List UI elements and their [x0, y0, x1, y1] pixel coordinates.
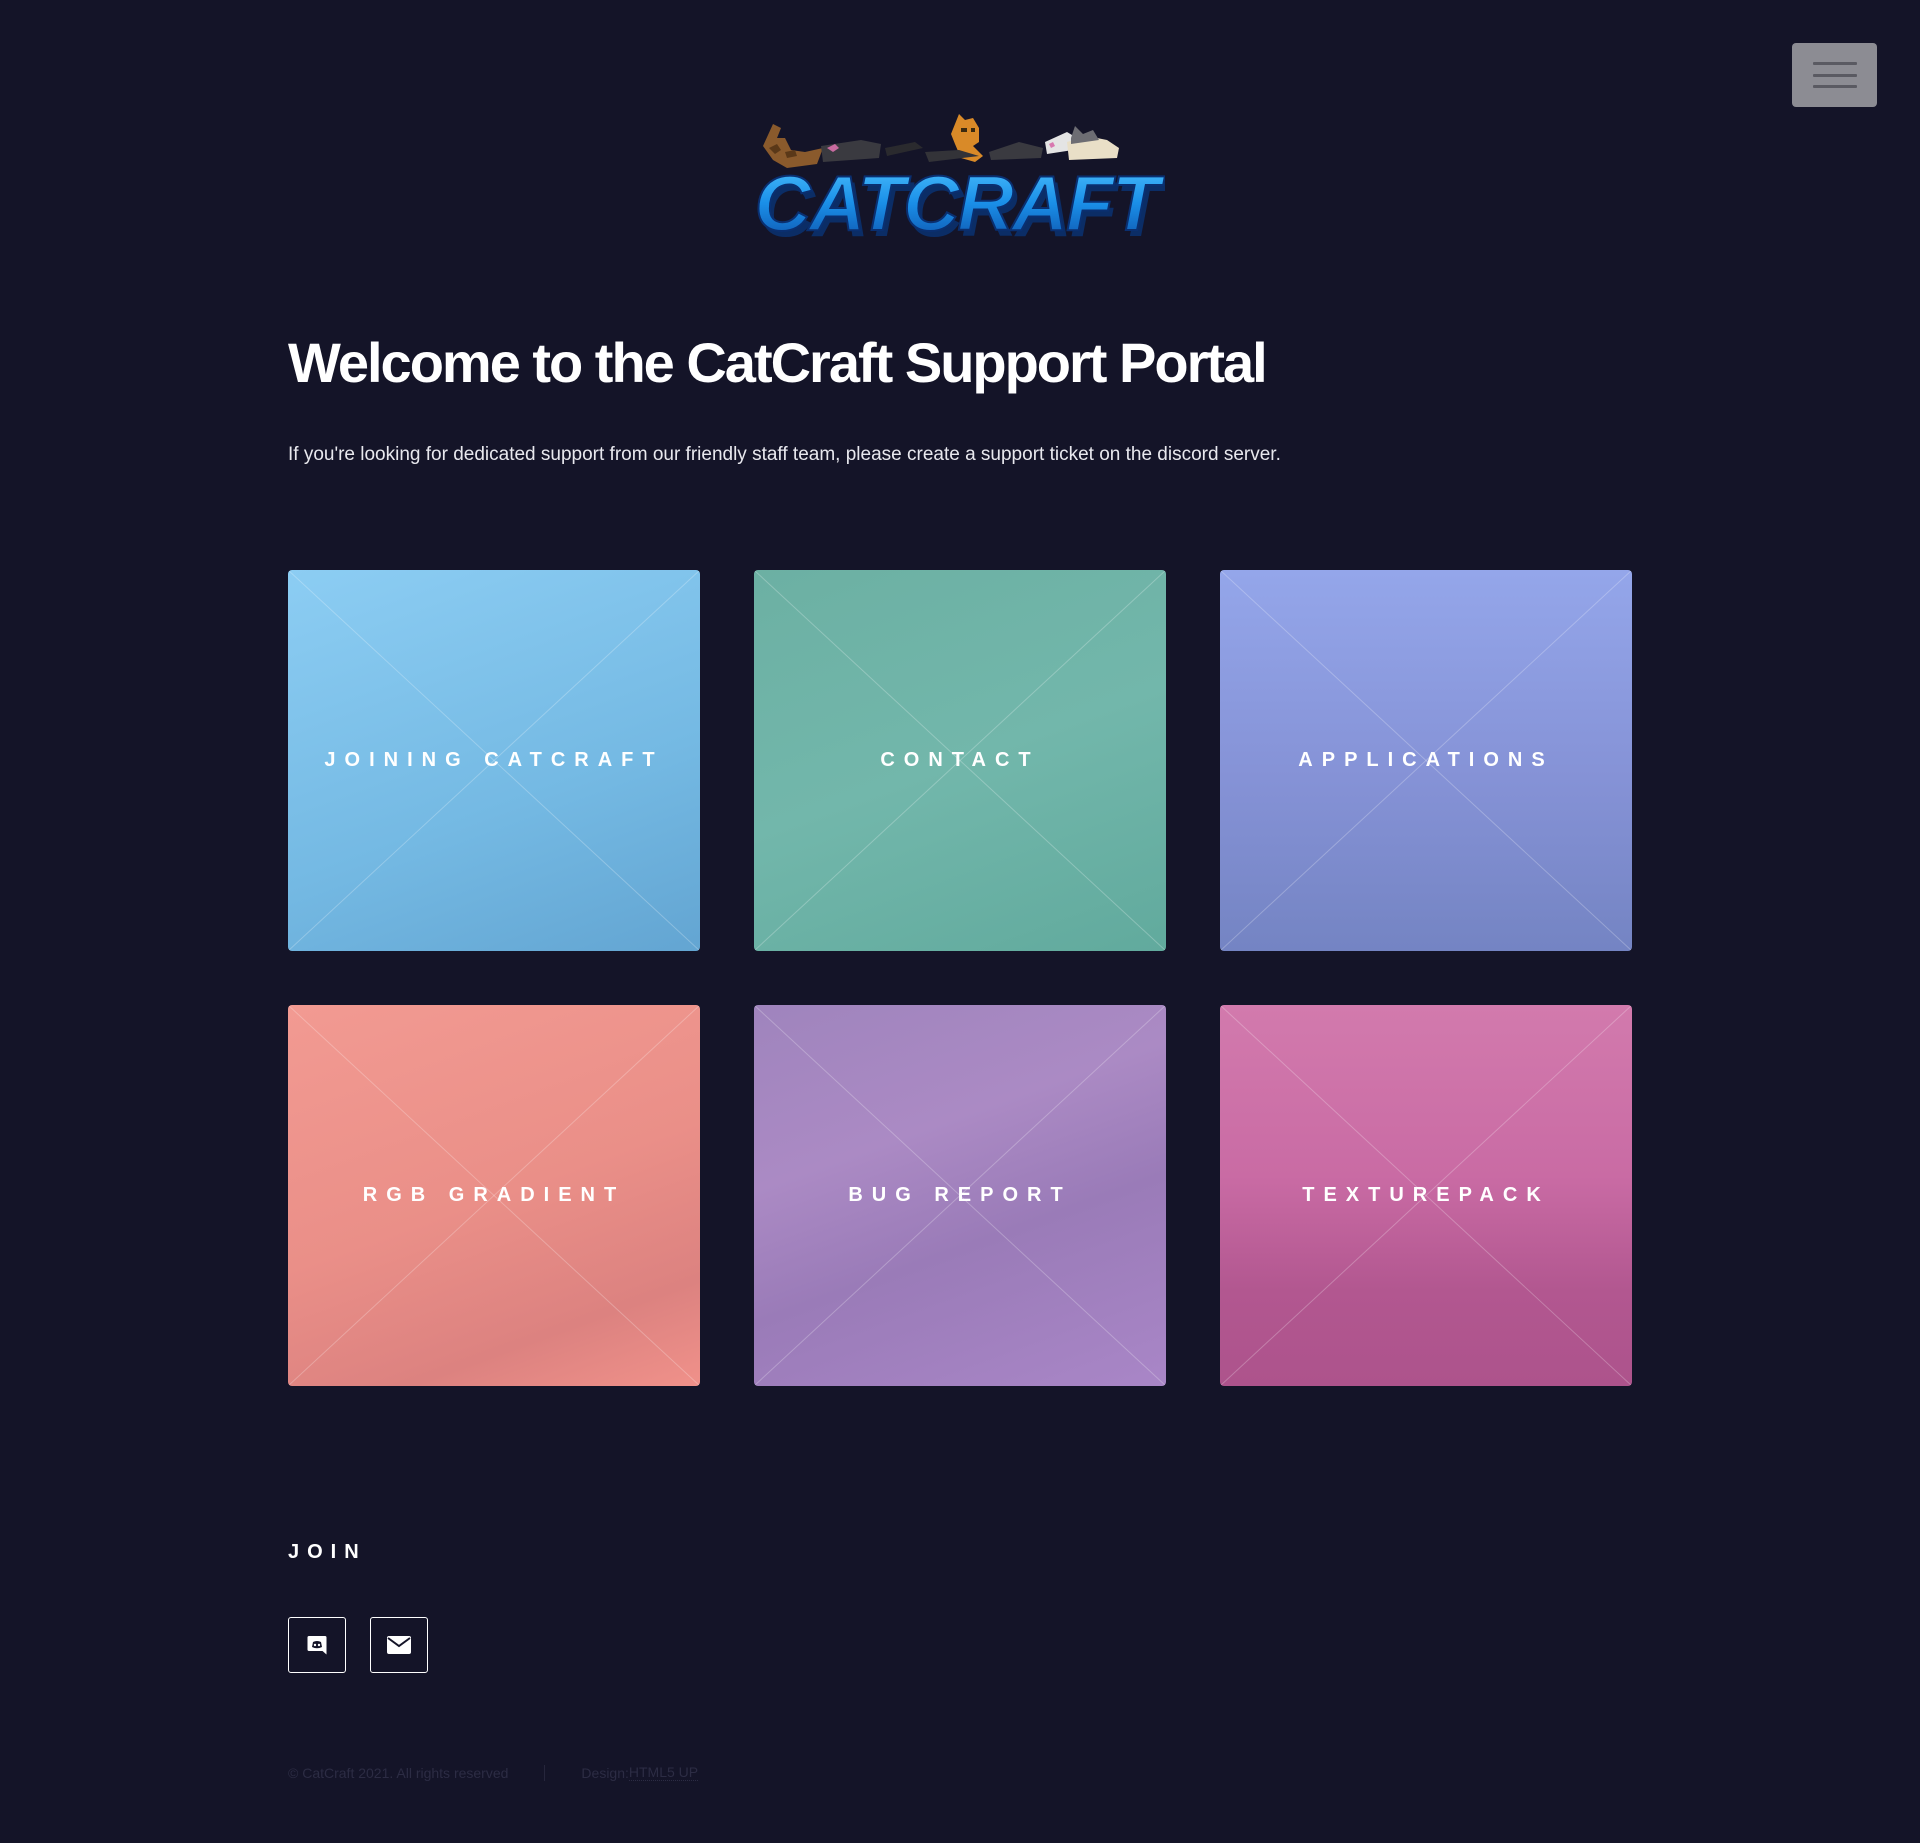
design-credit-link[interactable]: HTML5 UP	[628, 1764, 699, 1781]
tile-label: Joining CatCraft	[324, 749, 664, 771]
tile-label: RGB Gradient	[362, 1184, 626, 1206]
discord-icon	[307, 1636, 327, 1655]
tile-label: Applications	[1298, 749, 1554, 771]
tile-bug-report[interactable]: Bug Report	[754, 1005, 1166, 1386]
copyright-text: © CatCraft 2021. All rights reserved	[288, 1764, 509, 1781]
intro-text: If you're looking for dedicated support …	[288, 444, 1281, 465]
footer-divider	[544, 1764, 546, 1781]
join-heading: JOIN	[288, 1541, 367, 1563]
tile-contact[interactable]: Contact	[754, 570, 1166, 951]
discord-button[interactable]	[288, 1617, 346, 1673]
menu-button[interactable]	[1792, 43, 1877, 107]
logo-wordmark: CATCRAFT CATCRAFT	[755, 158, 1165, 248]
svg-text:CATCRAFT: CATCRAFT	[755, 159, 1165, 247]
tile-texturepack[interactable]: Texturepack	[1220, 1005, 1632, 1386]
design-credit-prefix: Design:	[581, 1764, 629, 1781]
tile-applications[interactable]: Applications	[1220, 570, 1632, 951]
catcraft-logo: CATCRAFT CATCRAFT	[755, 114, 1165, 248]
mail-icon	[387, 1636, 411, 1654]
tile-label: Contact	[880, 749, 1040, 771]
tile-joining-catcraft[interactable]: Joining CatCraft	[288, 570, 700, 951]
mail-button[interactable]	[370, 1617, 428, 1673]
hamburger-icon	[1812, 62, 1857, 88]
page-title: Welcome to the CatCraft Support Portal	[288, 331, 1268, 394]
footer-copyright-bar: © CatCraft 2021. All rights reserved Des…	[288, 1764, 699, 1781]
page: CATCRAFT CATCRAFT Welcome to the CatCraf…	[0, 0, 1920, 1843]
tile-rgb-gradient[interactable]: RGB Gradient	[288, 1005, 700, 1386]
tile-label: Bug Report	[848, 1184, 1072, 1206]
tile-label: Texturepack	[1302, 1184, 1550, 1206]
